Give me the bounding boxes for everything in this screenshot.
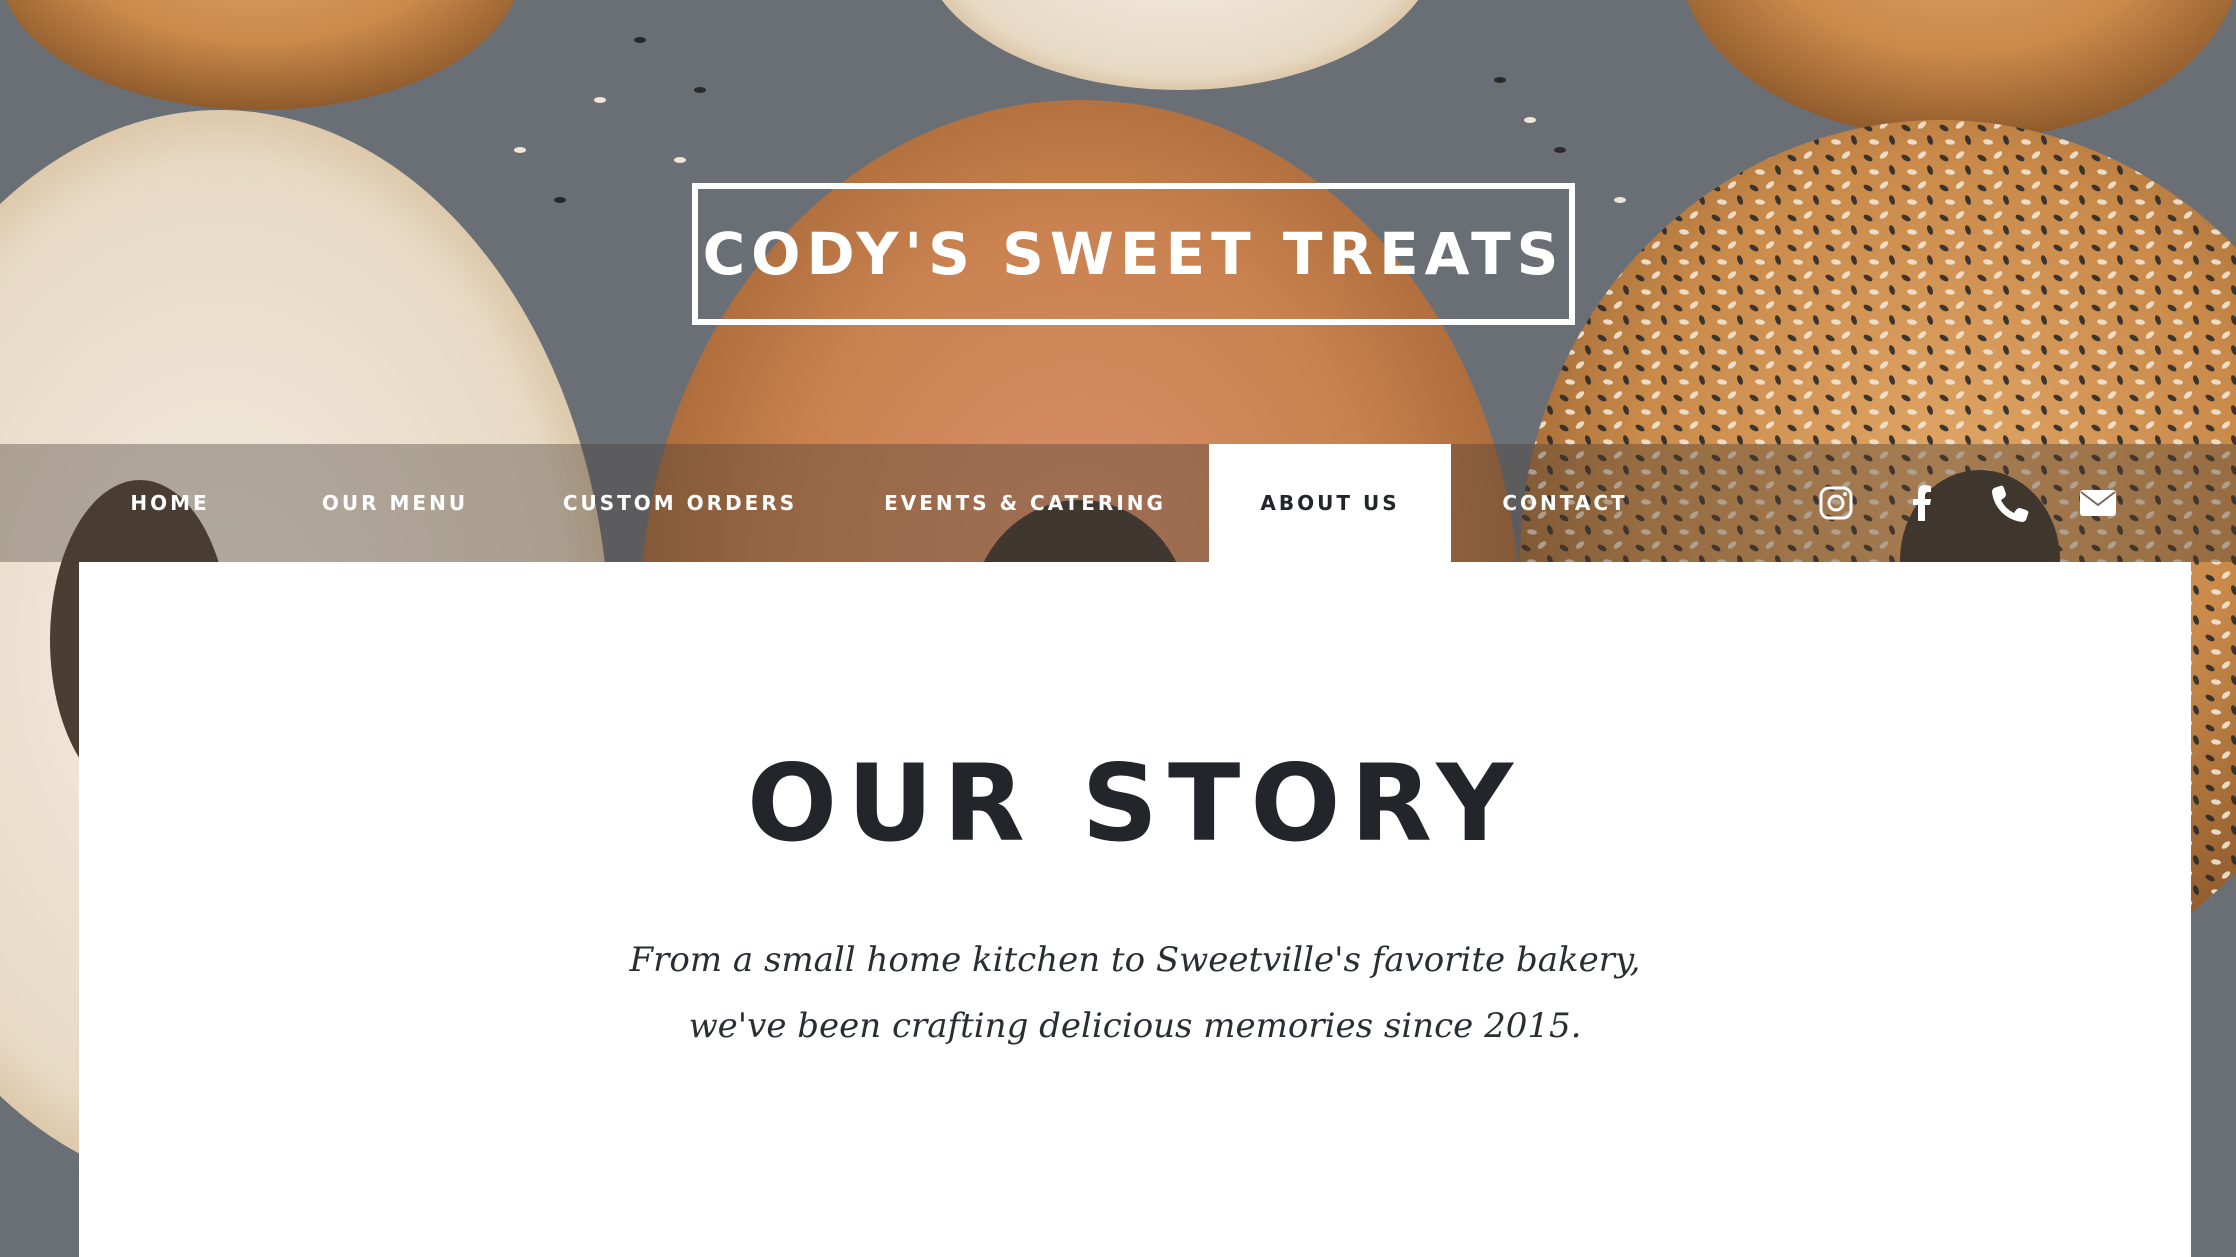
story-intro-line: we've been crafting delicious memories s…	[688, 1006, 1582, 1046]
email-icon-glyph	[2080, 490, 2116, 516]
brand-logo-box[interactable]: CODY'S SWEET TREATS	[692, 183, 1575, 325]
main-content-panel: OUR STORY From a small home kitchen to S…	[79, 562, 2191, 1257]
story-intro: From a small home kitchen to Sweetville'…	[79, 927, 2191, 1059]
facebook-icon[interactable]	[1894, 444, 1950, 562]
nav-contact[interactable]: CONTACT	[1490, 444, 1640, 562]
main-navigation: HOME OUR MENU CUSTOM ORDERS EVENTS & CAT…	[0, 444, 2236, 562]
instagram-icon[interactable]	[1808, 444, 1864, 562]
nav-events-catering[interactable]: EVENTS & CATERING	[880, 444, 1170, 562]
phone-icon[interactable]	[1983, 444, 2039, 562]
nav-custom-orders[interactable]: CUSTOM ORDERS	[560, 444, 800, 562]
nav-home[interactable]: HOME	[110, 444, 230, 562]
hero-background: CODY'S SWEET TREATS HOME OUR MENU CUSTOM…	[0, 0, 2236, 1257]
email-icon[interactable]	[2070, 444, 2126, 562]
facebook-icon-glyph	[1913, 485, 1931, 521]
nav-about-us[interactable]: ABOUT US	[1209, 444, 1451, 562]
story-intro-line: From a small home kitchen to Sweetville'…	[629, 940, 1641, 980]
page-title: OUR STORY	[746, 742, 1524, 865]
phone-icon-glyph	[1992, 485, 2029, 522]
brand-title: CODY'S SWEET TREATS	[702, 220, 1565, 288]
instagram-icon-glyph	[1819, 486, 1853, 520]
nav-our-menu[interactable]: OUR MENU	[310, 444, 480, 562]
